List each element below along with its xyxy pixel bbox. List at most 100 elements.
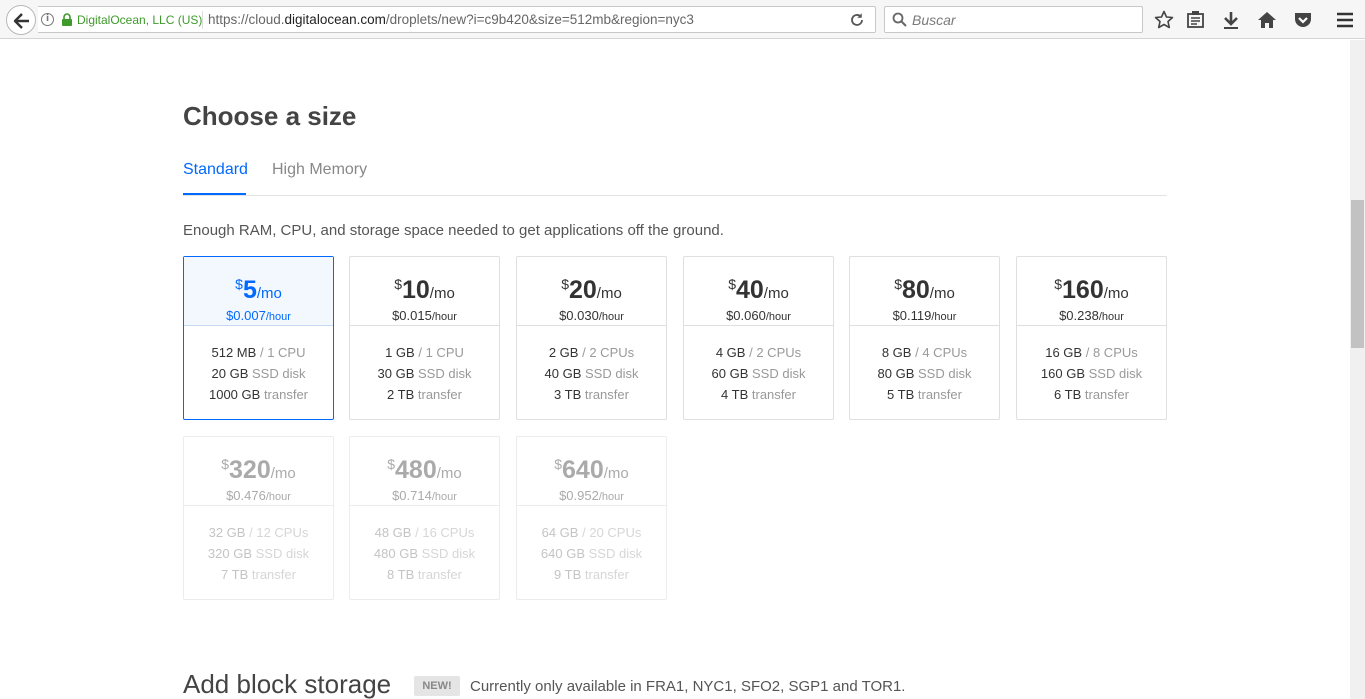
cpu-separator: / — [749, 345, 753, 360]
size-specs: 32 GB / 12 CPUs 320 GB SSD disk 7 TB trans… — [184, 506, 333, 585]
currency-symbol: $ — [235, 276, 243, 292]
size-option-card[interactable]: $20/mo $0.030/hour 2 GB / 2 CPUs 40 GB SSD … — [516, 256, 667, 420]
disk-spec: 40 GB SSD disk — [517, 363, 666, 384]
tab-standard[interactable]: Standard — [183, 161, 248, 179]
disk-label: SSD disk — [585, 366, 639, 381]
size-price-header: $20/mo $0.030/hour — [517, 257, 666, 326]
cpu-value: 2 CPUs — [756, 345, 802, 360]
per-hour-label: /hour — [931, 311, 957, 323]
tab-high-memory[interactable]: High Memory — [272, 161, 367, 179]
hourly-amount: $0.007 — [226, 308, 266, 323]
disk-value: 60 GB — [711, 366, 749, 381]
size-price-header: $320/mo $0.476/hour — [184, 437, 333, 506]
monthly-amount: 480 — [395, 456, 437, 484]
disk-label: SSD disk — [418, 366, 472, 381]
disk-spec: 20 GB SSD disk — [184, 363, 333, 384]
disk-label: SSD disk — [918, 366, 972, 381]
reload-icon[interactable] — [849, 12, 865, 28]
monthly-price: $40/mo — [684, 270, 833, 308]
download-icon[interactable] — [1221, 10, 1241, 30]
hourly-price: $0.030/hour — [517, 308, 666, 323]
search-bar[interactable]: Buscar — [884, 6, 1143, 33]
url-text[interactable]: https://cloud.digitalocean.com/droplets/… — [208, 12, 694, 27]
size-description: Enough RAM, CPU, and storage space neede… — [183, 222, 724, 239]
transfer-spec: 1000 GB transfer — [184, 384, 333, 405]
new-badge: NEW! — [414, 676, 460, 696]
disk-value: 30 GB — [377, 366, 415, 381]
disk-value: 40 GB — [544, 366, 582, 381]
per-month-label: /mo — [603, 465, 629, 482]
transfer-spec: 4 TB transfer — [684, 384, 833, 405]
transfer-value: 5 TB — [887, 387, 915, 402]
hourly-price: $0.238/hour — [1017, 308, 1166, 323]
monthly-amount: 640 — [562, 456, 604, 484]
ram-cpu-spec: 16 GB / 8 CPUs — [1017, 342, 1166, 363]
url-bar[interactable]: i DigitalOcean, LLC (US) https://cloud.d… — [38, 6, 876, 33]
size-option-card[interactable]: $80/mo $0.119/hour 8 GB / 4 CPUs 80 GB SSD … — [849, 256, 1000, 420]
info-icon[interactable]: i — [41, 13, 54, 26]
per-month-label: /mo — [436, 465, 462, 482]
disk-value: 320 GB — [207, 546, 252, 561]
cpu-value: 4 CPUs — [922, 345, 968, 360]
home-icon[interactable] — [1257, 10, 1277, 30]
ram-value: 48 GB — [374, 525, 412, 540]
size-option-card[interactable]: $40/mo $0.060/hour 4 GB / 2 CPUs 60 GB SSD … — [683, 256, 834, 420]
monthly-amount: 80 — [901, 276, 930, 304]
star-icon[interactable] — [1154, 10, 1174, 30]
disk-value: 640 GB — [540, 546, 585, 561]
per-month-label: /mo — [429, 285, 455, 302]
currency-symbol: $ — [221, 456, 230, 472]
hourly-amount: $0.015 — [392, 308, 432, 323]
monthly-amount: 5 — [242, 276, 257, 304]
size-specs: 4 GB / 2 CPUs 60 GB SSD disk 4 TB transfer — [684, 326, 833, 405]
hourly-amount: $0.952 — [559, 488, 599, 503]
ram-cpu-spec: 32 GB / 12 CPUs — [184, 522, 333, 543]
size-price-header: $640/mo $0.952/hour — [517, 437, 666, 506]
menu-icon[interactable] — [1335, 10, 1355, 30]
transfer-spec: 3 TB transfer — [517, 384, 666, 405]
currency-symbol: $ — [387, 456, 396, 472]
ram-cpu-spec: 48 GB / 16 CPUs — [350, 522, 499, 543]
size-price-header: $480/mo $0.714/hour — [350, 437, 499, 506]
disk-spec: 320 GB SSD disk — [184, 543, 333, 564]
per-month-label: /mo — [256, 285, 282, 302]
size-price-header: $80/mo $0.119/hour — [850, 257, 999, 326]
pocket-icon[interactable] — [1293, 10, 1313, 30]
size-option-card: $320/mo $0.476/hour 32 GB / 12 CPUs 320 GB … — [183, 436, 334, 600]
size-option-card[interactable]: $160/mo $0.238/hour 16 GB / 8 CPUs 160 GB S… — [1016, 256, 1167, 420]
cpu-value: 1 CPU — [425, 345, 464, 360]
transfer-spec: 9 TB transfer — [517, 564, 666, 585]
disk-spec: 60 GB SSD disk — [684, 363, 833, 384]
search-input[interactable]: Buscar — [912, 12, 956, 28]
ram-cpu-spec: 1 GB / 1 CPU — [350, 342, 499, 363]
monthly-amount: 20 — [568, 276, 597, 304]
transfer-value: 7 TB — [221, 567, 249, 582]
size-option-card: $640/mo $0.952/hour 64 GB / 20 CPUs 640 GB … — [516, 436, 667, 600]
cpu-separator: / — [1085, 345, 1090, 360]
currency-symbol: $ — [1054, 276, 1063, 292]
cpu-value: 20 CPUs — [589, 525, 642, 540]
browser-toolbar: i DigitalOcean, LLC (US) https://cloud.d… — [0, 0, 1365, 39]
scrollbar-thumb[interactable] — [1351, 200, 1364, 348]
reading-list-icon[interactable] — [1186, 10, 1206, 30]
disk-label: SSD disk — [752, 366, 806, 381]
page-scrollbar[interactable] — [1350, 40, 1365, 699]
monthly-amount: 40 — [735, 276, 764, 304]
hourly-price: $0.007/hour — [184, 308, 333, 323]
site-identity[interactable]: DigitalOcean, LLC (US) — [77, 13, 202, 27]
transfer-value: 1000 GB — [208, 387, 261, 402]
disk-spec: 480 GB SSD disk — [350, 543, 499, 564]
per-hour-label: /hour — [765, 311, 791, 323]
monthly-price: $10/mo — [350, 270, 499, 308]
hourly-price: $0.119/hour — [850, 308, 999, 323]
per-month-label: /mo — [270, 465, 296, 482]
monthly-price: $320/mo — [184, 450, 333, 488]
size-option-card[interactable]: $10/mo $0.015/hour 1 GB / 1 CPU 30 GB SSD d… — [349, 256, 500, 420]
per-hour-label: /hour — [431, 491, 457, 503]
size-option-card[interactable]: $5/mo $0.007/hour 512 MB / 1 CPU 20 GB SSD … — [183, 256, 334, 420]
back-button[interactable] — [6, 5, 36, 35]
ram-value: 512 MB — [211, 345, 257, 360]
ram-cpu-spec: 64 GB / 20 CPUs — [517, 522, 666, 543]
transfer-label: transfer — [917, 387, 962, 402]
disk-value: 80 GB — [877, 366, 915, 381]
